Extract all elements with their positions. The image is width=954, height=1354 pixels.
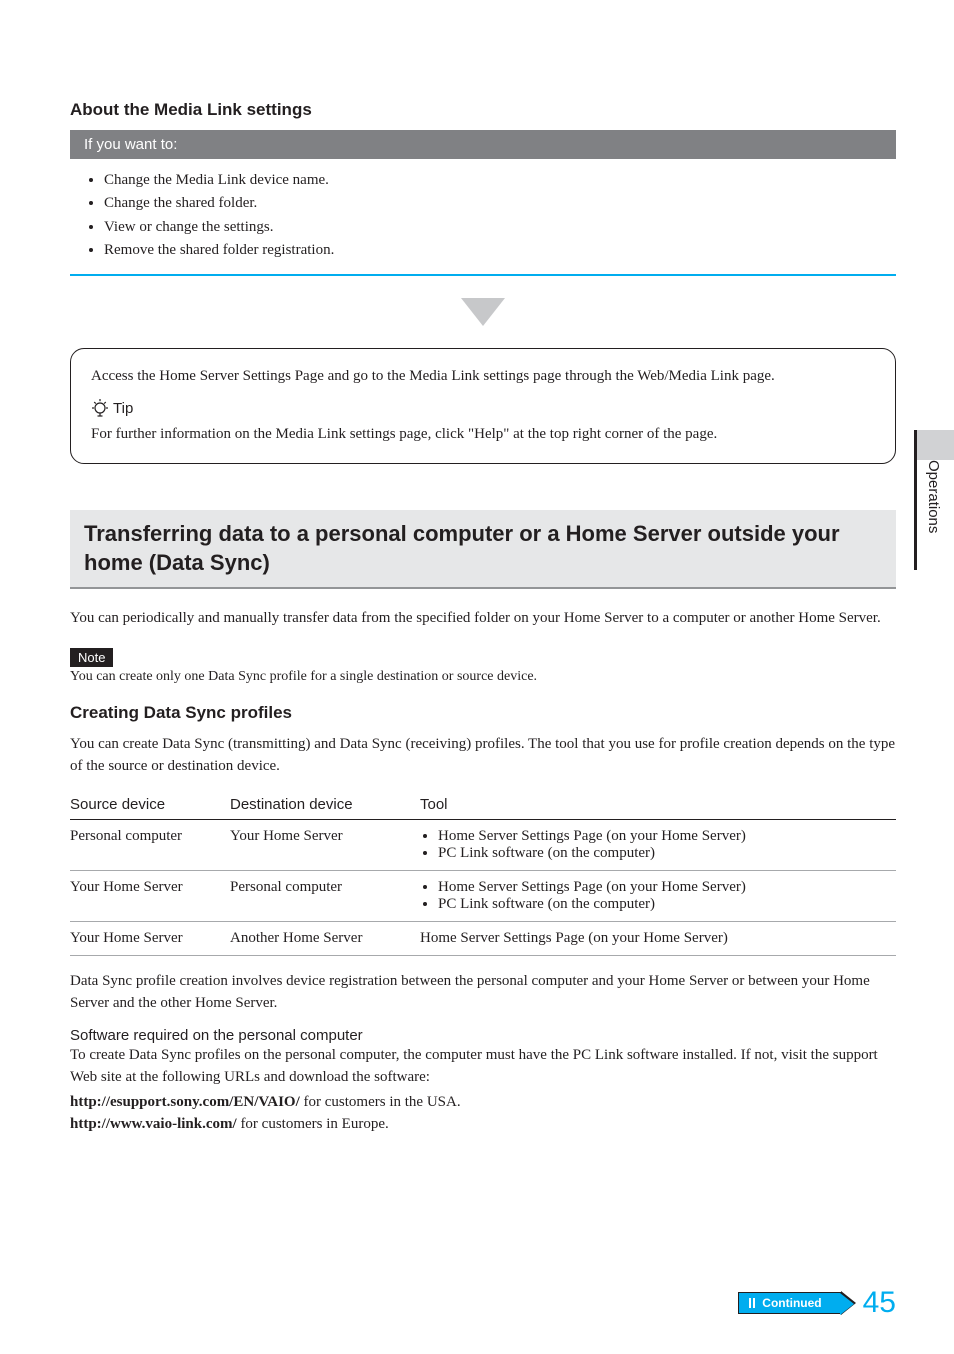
- profiles-heading: Creating Data Sync profiles: [70, 703, 896, 723]
- software-subhead: Software required on the personal comput…: [70, 1027, 896, 1044]
- th-dest: Destination device: [230, 790, 420, 820]
- software-p: To create Data Sync profiles on the pers…: [70, 1044, 896, 1089]
- page-number: 45: [863, 1286, 896, 1320]
- about-heading: About the Media Link settings: [70, 100, 896, 120]
- tip-lightbulb-icon: [91, 398, 109, 421]
- cell-src: Your Home Server: [70, 870, 230, 921]
- tip-text: For further information on the Media Lin…: [91, 423, 875, 446]
- tip-label: Tip: [113, 398, 133, 421]
- cell-dst: Personal computer: [230, 870, 420, 921]
- url-line-2: http://www.vaio-link.com/ for customers …: [70, 1113, 896, 1136]
- tool-item: PC Link software (on the computer): [438, 845, 888, 862]
- section-title: Transferring data to a personal computer…: [70, 510, 896, 589]
- instruction-text: Access the Home Server Settings Page and…: [91, 365, 875, 388]
- transfer-intro: You can periodically and manually transf…: [70, 607, 896, 630]
- url1[interactable]: http://esupport.sony.com/EN/VAIO/: [70, 1094, 300, 1110]
- cell-dst: Another Home Server: [230, 921, 420, 955]
- tool-item: Home Server Settings Page (on your Home …: [438, 879, 888, 896]
- cell-dst: Your Home Server: [230, 819, 420, 870]
- tool-item: PC Link software (on the computer): [438, 896, 888, 913]
- th-source: Source device: [70, 790, 230, 820]
- url1-rest: for customers in the USA.: [300, 1094, 461, 1110]
- url-line-1: http://esupport.sony.com/EN/VAIO/ for cu…: [70, 1091, 896, 1114]
- side-section-label: Operations: [925, 460, 942, 533]
- continued-badge: Continued: [738, 1292, 840, 1314]
- list-item: Change the shared folder.: [104, 192, 882, 215]
- note-chip: Note: [70, 648, 113, 667]
- arrow-down-icon: [461, 298, 505, 326]
- table-row: Your Home Server Another Home Server Hom…: [70, 921, 896, 955]
- cell-src: Personal computer: [70, 819, 230, 870]
- th-tool: Tool: [420, 790, 896, 820]
- url2[interactable]: http://www.vaio-link.com/: [70, 1116, 237, 1132]
- profiles-after: Data Sync profile creation involves devi…: [70, 970, 896, 1015]
- about-list: Change the Media Link device name. Chang…: [70, 159, 896, 274]
- note-text: You can create only one Data Sync profil…: [70, 669, 896, 685]
- table-row: Your Home Server Personal computer Home …: [70, 870, 896, 921]
- if-you-want-to-bar: If you want to:: [70, 130, 896, 159]
- instruction-box: Access the Home Server Settings Page and…: [70, 348, 896, 464]
- list-item: View or change the settings.: [104, 216, 882, 239]
- cell-src: Your Home Server: [70, 921, 230, 955]
- list-item: Change the Media Link device name.: [104, 169, 882, 192]
- list-item: Remove the shared folder registration.: [104, 239, 882, 262]
- tool-item: Home Server Settings Page (on your Home …: [438, 828, 888, 845]
- profiles-table: Source device Destination device Tool Pe…: [70, 790, 896, 956]
- cell-tool: Home Server Settings Page (on your Home …: [420, 921, 896, 955]
- about-block: If you want to: Change the Media Link de…: [70, 130, 896, 276]
- continued-label: Continued: [762, 1296, 821, 1310]
- cell-tool: Home Server Settings Page (on your Home …: [420, 819, 896, 870]
- profiles-intro: You can create Data Sync (transmitting) …: [70, 733, 896, 778]
- section-title-text: Transferring data to a personal computer…: [84, 520, 882, 577]
- table-row: Personal computer Your Home Server Home …: [70, 819, 896, 870]
- cell-tool: Home Server Settings Page (on your Home …: [420, 870, 896, 921]
- url2-rest: for customers in Europe.: [237, 1116, 389, 1132]
- page-footer: Continued 45: [738, 1286, 896, 1320]
- pause-icon: [749, 1298, 755, 1308]
- continued-badge-wrap: Continued: [738, 1292, 840, 1314]
